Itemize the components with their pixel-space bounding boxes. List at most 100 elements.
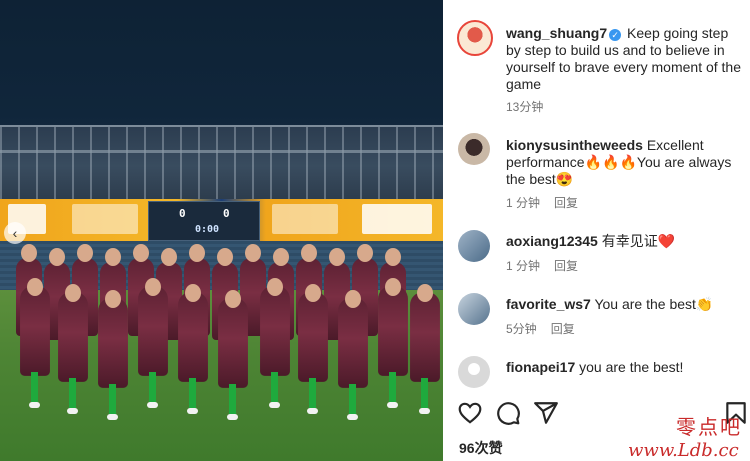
player-head [217,248,233,266]
comment-item: fionapei17 you are the best! [506,359,742,376]
player-head [385,248,401,266]
player-head [225,290,241,308]
player-figure [410,292,440,382]
site-watermark: 零点吧 www.Ldb.cc [628,411,748,461]
player-head [345,290,361,308]
player-head [245,244,261,262]
comment-username[interactable]: fionapei17 [506,359,575,375]
post-meta: 13分钟 [506,98,557,115]
player-figure [218,298,248,388]
player-head [161,248,177,266]
comment-meta: 5分钟 回复 [506,320,589,337]
comment-avatar[interactable] [458,356,490,388]
stadium-roof [0,125,443,205]
watermark-url: www.Ldb.cc [628,440,739,461]
player-shoe [187,408,198,414]
player-head [105,248,121,266]
player-figure [138,286,168,376]
player-head [65,284,81,302]
comment-username[interactable]: favorite_ws7 [506,296,591,312]
share-icon[interactable] [533,400,559,426]
player-sock [389,372,396,402]
player-figure [260,286,290,376]
comment-avatar[interactable] [458,133,490,165]
player-sock [229,384,236,414]
heart-icon[interactable] [457,400,483,426]
player-head [385,278,401,296]
comment-panel: wang_shuang7 ✓ Keep going step by step to… [443,0,750,461]
comment-item: kionysusintheweeds Excellent performance… [506,137,742,188]
comment-avatar[interactable] [458,293,490,325]
comment-item: favorite_ws7 You are the best👏 [506,296,742,313]
player-sock [421,378,428,408]
player-head [133,244,149,262]
player-sock [189,378,196,408]
comment-text: 有幸见证❤️ [601,233,676,249]
player-figure [298,292,328,382]
player-sock [69,378,76,408]
author-avatar[interactable] [457,20,493,56]
player-sock [149,372,156,402]
player-figure [58,292,88,382]
board-ad [362,204,432,234]
post-photo[interactable]: 0 0 0:00 ‹ [0,0,443,461]
player-head [105,290,121,308]
player-sock [31,372,38,402]
player-shoe [67,408,78,414]
player-head [21,244,37,262]
comment-time: 1 分钟 [506,259,541,273]
comment-meta: 1 分钟 回复 [506,194,592,211]
watermark-title: 零点吧 [676,415,742,439]
comment-text: You are the best👏 [594,296,714,312]
player-shoe [307,408,318,414]
comment-icon[interactable] [495,400,521,426]
scoreboard: 0 0 0:00 [148,201,260,241]
player-figure [378,286,408,376]
comment-time: 5分钟 [506,322,537,336]
player-head [305,284,321,302]
scoreboard-clock: 0:00 [195,224,220,235]
player-shoe [29,402,40,408]
player-shoe [107,414,118,420]
comment-username[interactable]: aoxiang12345 [506,233,598,249]
author-username[interactable]: wang_shuang7 [506,25,607,41]
player-head [273,248,289,266]
player-shoe [227,414,238,420]
player-head [417,284,433,302]
player-shoe [269,402,280,408]
player-head [301,244,317,262]
away-score: 0 [223,207,230,220]
player-sock [309,378,316,408]
comment-time: 1 分钟 [506,196,541,210]
gallery-prev-icon[interactable]: ‹ [4,222,26,244]
comment-username[interactable]: kionysusintheweeds [506,137,643,153]
likes-count[interactable]: 96次赞 [459,438,503,458]
board-ad [272,204,338,234]
player-figure [20,286,50,376]
player-sock [109,384,116,414]
player-head [267,278,283,296]
player-head [189,244,205,262]
player-shoe [387,402,398,408]
player-head [49,248,65,266]
roof-beam [0,150,443,153]
comment-avatar[interactable] [458,230,490,262]
comment-text: you are the best! [579,359,684,375]
player-head [329,248,345,266]
post-time: 13分钟 [506,100,544,114]
reply-button[interactable]: 回复 [554,259,578,273]
player-figure [338,298,368,388]
player-sock [349,384,356,414]
player-head [27,278,43,296]
reply-button[interactable]: 回复 [551,322,575,336]
home-score: 0 [179,207,186,220]
reply-button[interactable]: 回复 [554,196,578,210]
player-shoe [419,408,430,414]
verified-badge-icon: ✓ [609,29,622,41]
player-head [77,244,93,262]
player-head [185,284,201,302]
player-sock [271,372,278,402]
comment-item: aoxiang12345 有幸见证❤️ [506,233,742,250]
comment-meta: 1 分钟 回复 [506,257,592,274]
player-shoe [147,402,158,408]
